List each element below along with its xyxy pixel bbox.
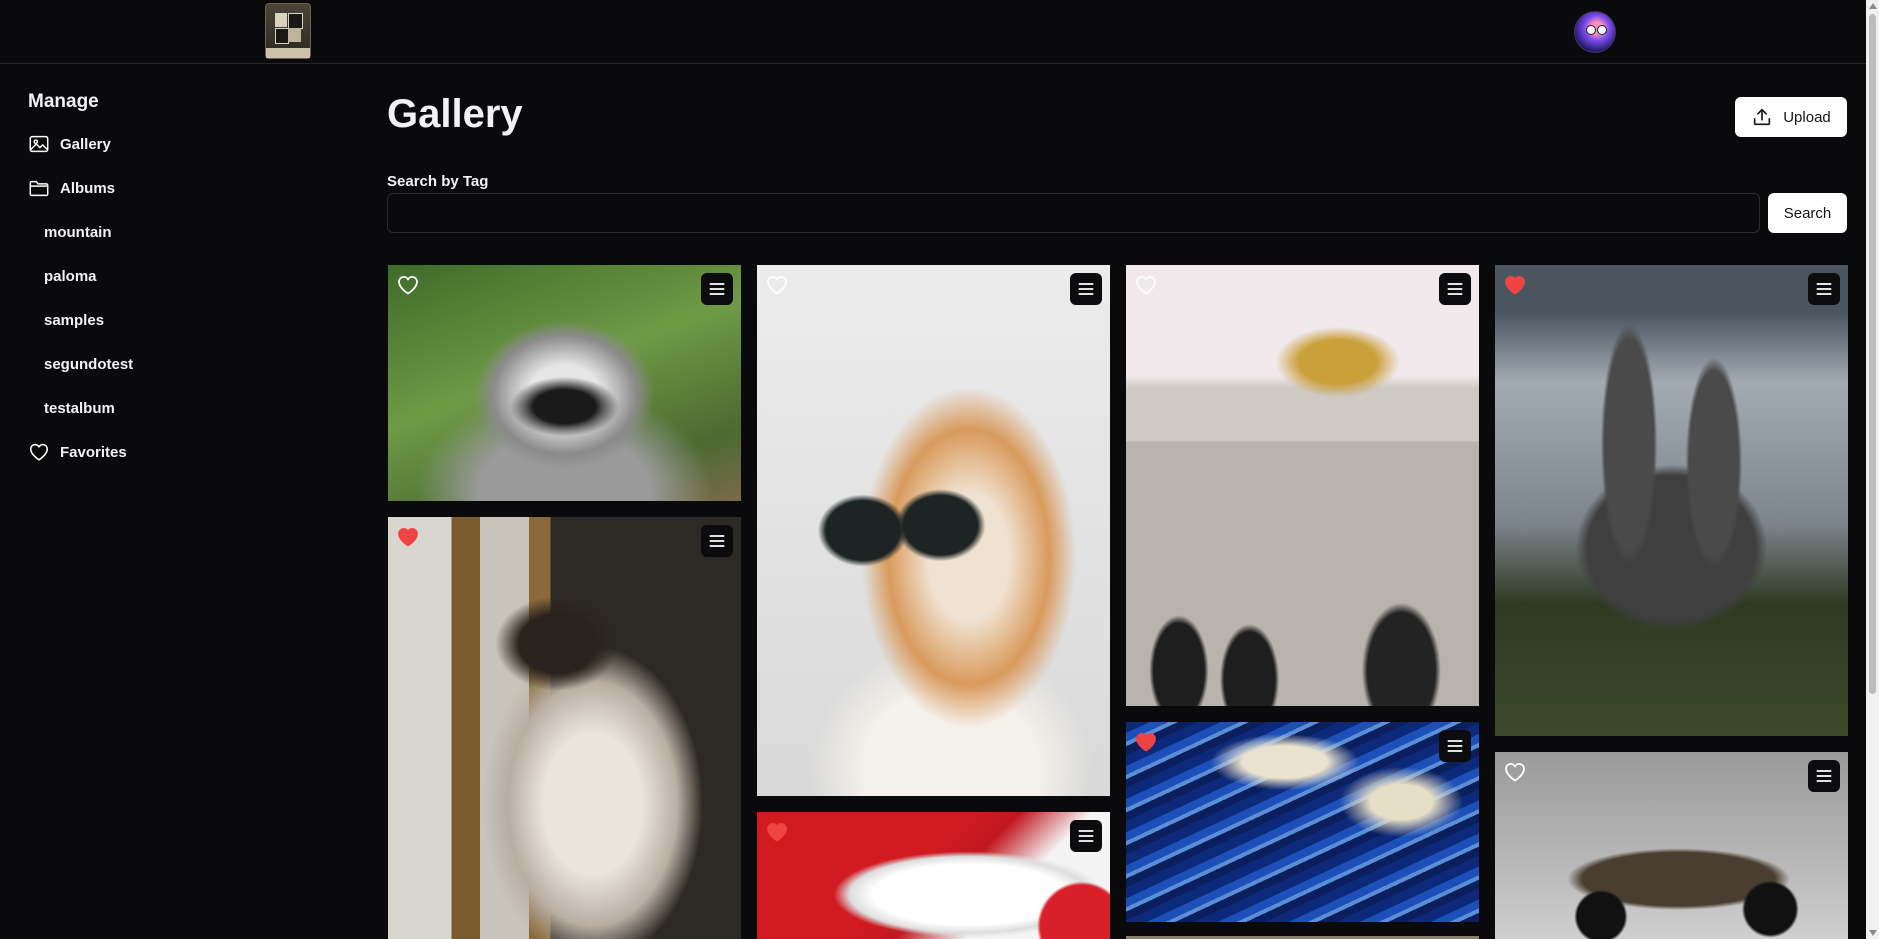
photo-card[interactable] bbox=[757, 265, 1110, 796]
photo-menu-button[interactable] bbox=[1070, 820, 1102, 852]
sidebar-item-label: Albums bbox=[60, 179, 116, 197]
sidebar-item-gallery[interactable]: Gallery bbox=[28, 130, 111, 158]
photo-shiba-sunglasses bbox=[757, 265, 1110, 796]
album-item[interactable]: testalbum bbox=[44, 400, 115, 417]
photo-card[interactable] bbox=[1126, 265, 1479, 706]
album-item[interactable]: paloma bbox=[44, 268, 97, 285]
hamburger-menu-icon bbox=[1078, 830, 1094, 842]
favorite-toggle-icon[interactable] bbox=[765, 273, 789, 297]
favorite-toggle-icon[interactable] bbox=[1503, 273, 1527, 297]
photo-card[interactable] bbox=[1126, 722, 1479, 922]
favorite-toggle-icon[interactable] bbox=[396, 525, 420, 549]
page-title: Gallery bbox=[387, 92, 523, 136]
album-item[interactable]: samples bbox=[44, 312, 104, 329]
photo-card[interactable] bbox=[388, 265, 741, 501]
photo-monument-arch bbox=[1126, 265, 1479, 706]
album-item[interactable]: mountain bbox=[44, 224, 112, 241]
hamburger-menu-icon bbox=[1447, 283, 1463, 295]
page-scrollbar[interactable] bbox=[1866, 0, 1879, 939]
photo-album-logo[interactable] bbox=[265, 3, 311, 59]
photo-santa-hat bbox=[757, 812, 1110, 939]
sidebar-item-label: Favorites bbox=[60, 443, 127, 461]
photo-menu-button[interactable] bbox=[1808, 273, 1840, 305]
search-button[interactable]: Search bbox=[1768, 193, 1847, 233]
favorite-toggle-icon[interactable] bbox=[1134, 730, 1158, 754]
photo-menu-button[interactable] bbox=[1070, 273, 1102, 305]
hamburger-menu-icon bbox=[1816, 283, 1832, 295]
favorite-toggle-icon[interactable] bbox=[1503, 760, 1527, 784]
sidebar-heading: Manage bbox=[28, 91, 99, 112]
photo-himalayan-cat bbox=[388, 517, 741, 939]
image-icon bbox=[29, 135, 49, 153]
photo-menu-button[interactable] bbox=[1439, 730, 1471, 762]
photo-menu-button[interactable] bbox=[1439, 273, 1471, 305]
tag-search-input[interactable] bbox=[387, 193, 1760, 233]
folder-icon bbox=[29, 180, 49, 197]
favorite-toggle-icon[interactable] bbox=[765, 820, 789, 844]
photo-card[interactable] bbox=[1495, 265, 1848, 736]
photo-vintage-car bbox=[1495, 752, 1848, 939]
scroll-up-icon[interactable] bbox=[1869, 3, 1877, 9]
upload-label: Upload bbox=[1783, 108, 1831, 126]
favorite-toggle-icon[interactable] bbox=[396, 273, 420, 297]
scroll-down-icon[interactable] bbox=[1869, 930, 1877, 936]
photo-menu-button[interactable] bbox=[701, 273, 733, 305]
hamburger-menu-icon bbox=[1078, 283, 1094, 295]
heart-icon bbox=[29, 443, 49, 461]
user-avatar[interactable] bbox=[1574, 11, 1616, 53]
upload-button[interactable]: Upload bbox=[1735, 97, 1847, 137]
photo-wave-illustration bbox=[1126, 722, 1479, 922]
hamburger-menu-icon bbox=[1816, 770, 1832, 782]
photo-raccoon bbox=[388, 265, 741, 501]
photo-gothic-cathedral bbox=[1495, 265, 1848, 736]
photo-card[interactable] bbox=[757, 812, 1110, 939]
album-item[interactable]: segundotest bbox=[44, 356, 133, 373]
sidebar-item-label: Gallery bbox=[60, 135, 111, 153]
upload-icon bbox=[1754, 108, 1771, 126]
scrollbar-thumb[interactable] bbox=[1869, 14, 1876, 694]
photo-menu-button[interactable] bbox=[701, 525, 733, 557]
hamburger-menu-icon bbox=[709, 535, 725, 547]
top-bar bbox=[0, 0, 1866, 64]
sidebar-item-favorites[interactable]: Favorites bbox=[28, 438, 127, 466]
search-label: Search by Tag bbox=[387, 173, 489, 190]
photo-menu-button[interactable] bbox=[1808, 760, 1840, 792]
sidebar-item-albums[interactable]: Albums bbox=[28, 174, 115, 202]
hamburger-menu-icon bbox=[709, 283, 725, 295]
hamburger-menu-icon bbox=[1447, 740, 1463, 752]
photo-card[interactable] bbox=[1495, 752, 1848, 939]
favorite-toggle-icon[interactable] bbox=[1134, 273, 1158, 297]
photo-card[interactable] bbox=[388, 517, 741, 939]
